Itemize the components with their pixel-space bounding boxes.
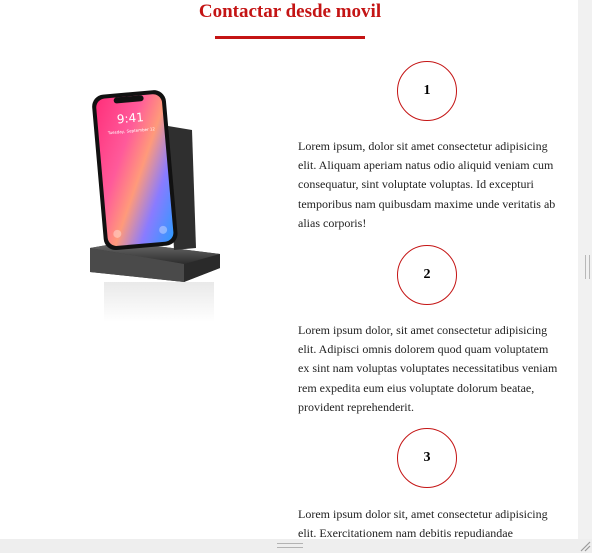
phone-image: 9:41 Tuesday, September 12 xyxy=(84,86,230,322)
step-1-text: Lorem ipsum, dolor sit amet consectetur … xyxy=(298,139,556,230)
smartphone-charger-illustration: 9:41 Tuesday, September 12 xyxy=(90,90,220,322)
content-panel: Contactar desde movil 9:41 Tuesday, Sept… xyxy=(0,0,578,539)
title-underline xyxy=(215,36,365,39)
section-title: Contactar desde movil xyxy=(198,1,382,22)
step-3-text: Lorem ipsum dolor sit, amet consectetur … xyxy=(298,507,548,539)
step-2-text: Lorem ipsum dolor, sit amet consectetur … xyxy=(298,323,558,414)
vertical-resize-handle-icon[interactable] xyxy=(585,255,590,279)
horizontal-resize-handle-icon[interactable] xyxy=(277,543,303,548)
step-number-2: 2 xyxy=(397,245,457,305)
corner-resize-grip-icon[interactable] xyxy=(577,538,591,552)
step-number-1: 1 xyxy=(397,61,457,121)
phone-time: 9:41 xyxy=(116,110,144,126)
step-number-3: 3 xyxy=(397,428,457,488)
